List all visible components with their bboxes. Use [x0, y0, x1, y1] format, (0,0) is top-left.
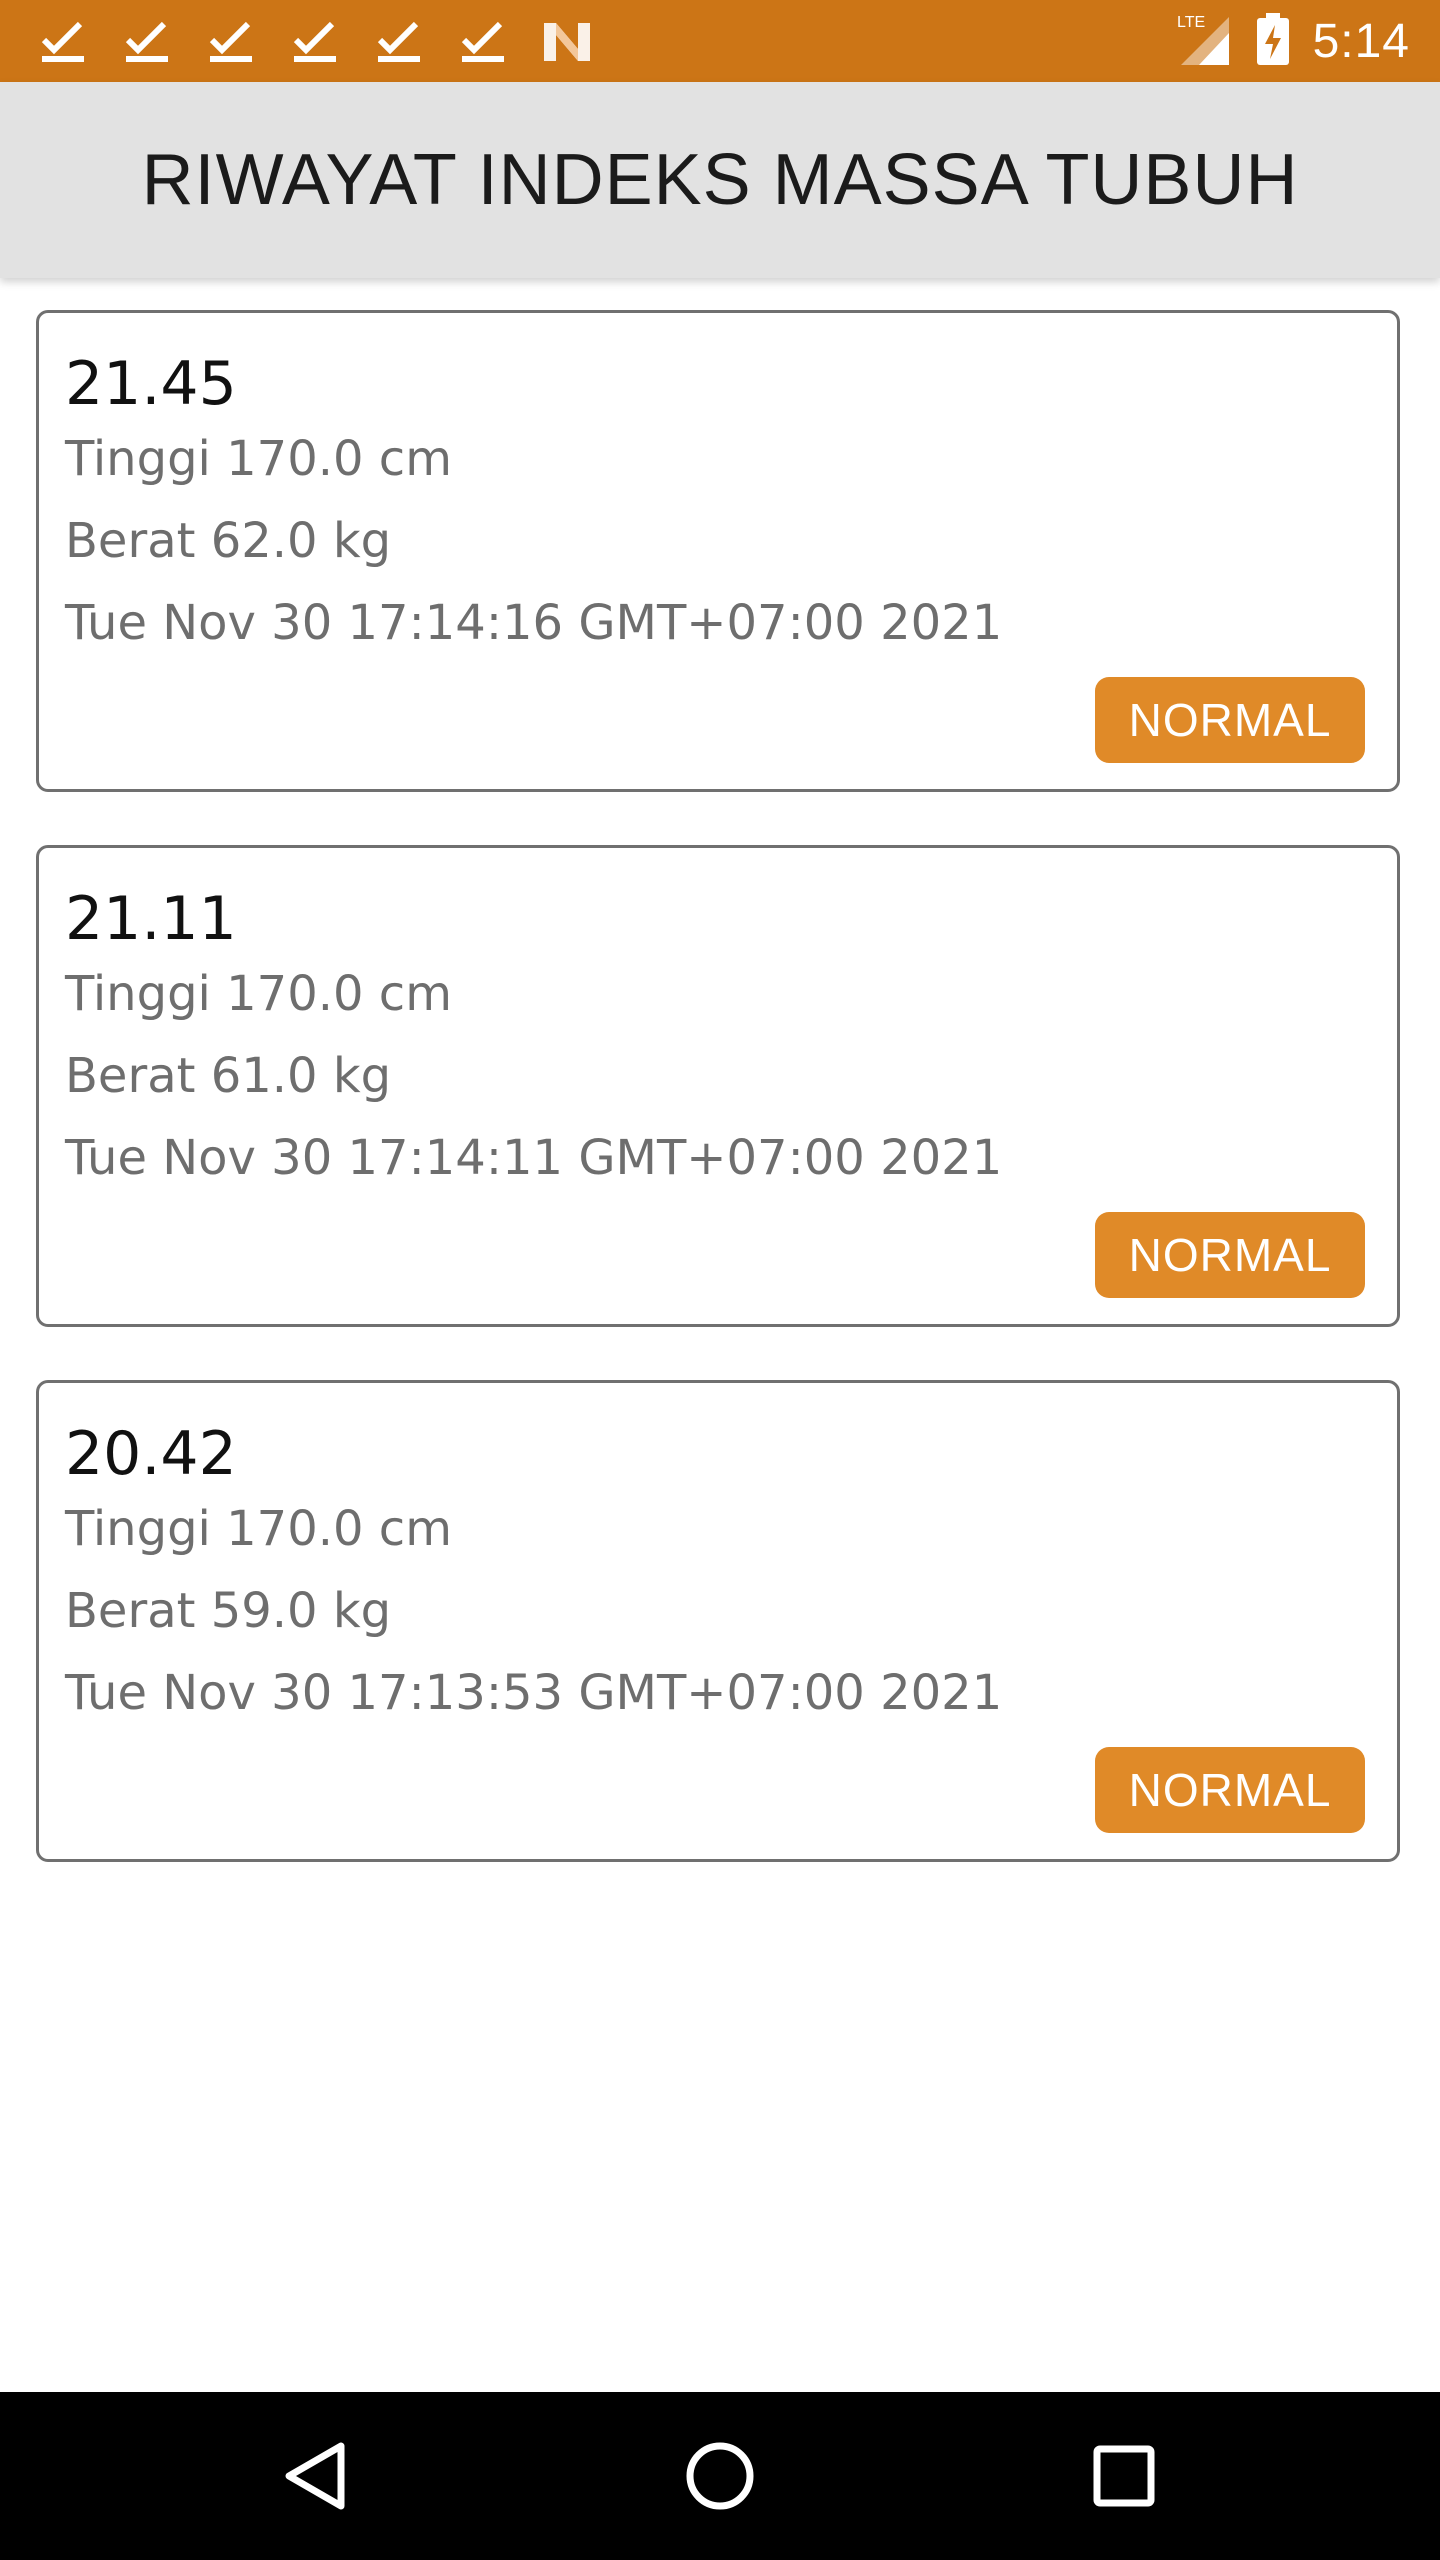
checkmark-icon	[204, 14, 258, 68]
page-title: RIWAYAT INDEKS MASSA TUBUH	[141, 140, 1299, 220]
screen: LTE 5:14 RIWAYAT INDEKS MASSA TUBUH 21.4…	[0, 0, 1440, 2560]
weight-text: Berat 62.0 kg	[65, 513, 392, 569]
height-text: Tinggi 170.0 cm	[65, 431, 452, 487]
status-badge[interactable]: NORMAL	[1095, 1212, 1365, 1298]
history-card[interactable]: 21.45 Tinggi 170.0 cm Berat 62.0 kg Tue …	[36, 310, 1400, 792]
date-text: Tue Nov 30 17:14:16 GMT+07:00 2021	[65, 595, 1003, 651]
history-card[interactable]: 21.11 Tinggi 170.0 cm Berat 61.0 kg Tue …	[36, 845, 1400, 1327]
recents-icon[interactable]	[1084, 2436, 1164, 2516]
status-badge[interactable]: NORMAL	[1095, 1747, 1365, 1833]
app-n-icon	[540, 14, 594, 68]
notification-icons	[36, 14, 594, 68]
history-card[interactable]: 20.42 Tinggi 170.0 cm Berat 59.0 kg Tue …	[36, 1380, 1400, 1862]
clock: 5:14	[1312, 14, 1410, 68]
checkmark-icon	[120, 14, 174, 68]
checkmark-icon	[36, 14, 90, 68]
lte-signal-icon: LTE	[1177, 11, 1233, 72]
home-icon[interactable]	[680, 2436, 760, 2516]
weight-text: Berat 59.0 kg	[65, 1583, 392, 1639]
bmi-value: 21.11	[65, 884, 237, 954]
checkmark-icon	[456, 14, 510, 68]
back-icon[interactable]	[276, 2436, 356, 2516]
bmi-value: 20.42	[65, 1419, 237, 1489]
app-bar: RIWAYAT INDEKS MASSA TUBUH	[0, 82, 1440, 278]
height-text: Tinggi 170.0 cm	[65, 966, 452, 1022]
status-badge[interactable]: NORMAL	[1095, 677, 1365, 763]
weight-text: Berat 61.0 kg	[65, 1048, 392, 1104]
status-right-group: LTE 5:14	[1177, 0, 1410, 82]
height-text: Tinggi 170.0 cm	[65, 1501, 452, 1557]
date-text: Tue Nov 30 17:14:11 GMT+07:00 2021	[65, 1130, 1003, 1186]
date-text: Tue Nov 30 17:13:53 GMT+07:00 2021	[65, 1665, 1003, 1721]
status-bar: LTE 5:14	[0, 0, 1440, 82]
checkmark-icon	[372, 14, 426, 68]
bmi-value: 21.45	[65, 349, 237, 419]
network-label: LTE	[1177, 14, 1205, 31]
checkmark-icon	[288, 14, 342, 68]
navigation-bar	[0, 2392, 1440, 2560]
battery-charging-icon	[1255, 11, 1291, 72]
